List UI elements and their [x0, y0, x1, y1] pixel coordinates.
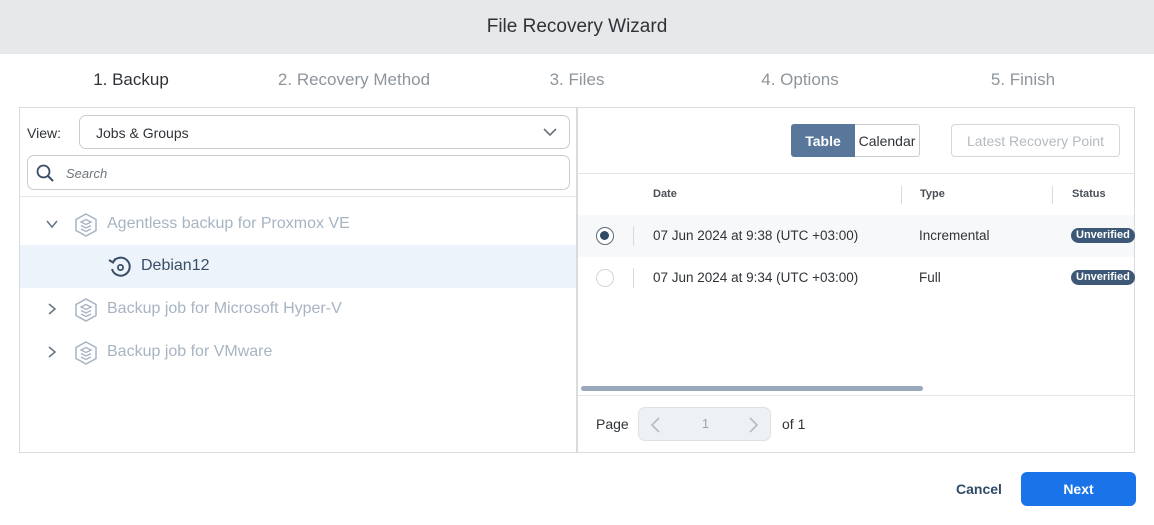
view-toggle: Table Calendar — [791, 124, 920, 157]
page-count: of 1 — [782, 416, 806, 432]
latest-recovery-point-button[interactable]: Latest Recovery Point — [951, 124, 1120, 157]
tree-item-vmware-job[interactable]: Backup job for VMware — [20, 331, 576, 374]
row-divider — [633, 268, 634, 288]
backup-tree-panel: View: Jobs & Groups Agentless backup for… — [19, 107, 577, 453]
tree-item-label: Debian12 — [141, 257, 210, 274]
divider — [578, 395, 1134, 396]
job-stack-icon — [75, 298, 97, 322]
column-header-status[interactable]: Status — [1072, 188, 1106, 200]
status-badge: Unverified — [1071, 228, 1135, 243]
chevron-right-icon[interactable] — [45, 345, 59, 359]
chevron-down-icon[interactable] — [45, 217, 59, 231]
cancel-button[interactable]: Cancel — [940, 472, 1018, 506]
chevron-right-icon[interactable] — [746, 417, 760, 433]
step-recovery-method[interactable]: 2. Recovery Method — [278, 70, 430, 90]
next-button[interactable]: Next — [1021, 472, 1136, 506]
chevron-right-icon[interactable] — [45, 302, 59, 316]
tree-item-label: Backup job for VMware — [107, 343, 273, 360]
search-icon — [36, 164, 54, 182]
horizontal-scrollbar[interactable] — [581, 386, 923, 391]
pagination-control: 1 — [638, 407, 771, 441]
row-radio[interactable] — [596, 269, 614, 287]
tree-item-label: Backup job for Microsoft Hyper-V — [107, 300, 342, 317]
step-backup[interactable]: 1. Backup — [93, 70, 169, 90]
search-box — [27, 155, 570, 190]
chevron-down-icon — [543, 128, 557, 137]
table-row[interactable]: 07 Jun 2024 at 9:38 (UTC +03:00) Increme… — [578, 215, 1135, 257]
column-divider — [901, 186, 902, 204]
status-badge: Unverified — [1071, 270, 1135, 285]
step-files[interactable]: 3. Files — [550, 70, 605, 90]
table-row[interactable]: 07 Jun 2024 at 9:34 (UTC +03:00) Full Un… — [578, 257, 1135, 299]
view-select-value: Jobs & Groups — [96, 125, 189, 141]
tree-item-proxmox-job[interactable]: Agentless backup for Proxmox VE — [20, 203, 576, 246]
tree-item-debian12[interactable]: Debian12 — [20, 245, 576, 288]
recovery-points-panel: Table Calendar Latest Recovery Point Dat… — [577, 107, 1135, 453]
job-stack-icon — [75, 341, 97, 365]
column-header-date[interactable]: Date — [653, 188, 677, 200]
page-number[interactable]: 1 — [689, 416, 722, 431]
table-view-button[interactable]: Table — [791, 124, 855, 157]
view-select[interactable]: Jobs & Groups — [79, 115, 570, 149]
job-stack-icon — [75, 213, 97, 237]
row-date: 07 Jun 2024 at 9:34 (UTC +03:00) — [653, 270, 859, 285]
search-input[interactable] — [66, 162, 556, 184]
title-bar: File Recovery Wizard — [0, 0, 1154, 54]
column-header-type[interactable]: Type — [920, 188, 945, 200]
wizard-steps: 1. Backup 2. Recovery Method 3. Files 4.… — [0, 70, 1154, 94]
column-divider — [1052, 186, 1053, 204]
view-label: View: — [27, 125, 61, 141]
step-options[interactable]: 4. Options — [761, 70, 839, 90]
row-radio[interactable] — [596, 227, 614, 245]
row-divider — [633, 226, 634, 246]
row-date: 07 Jun 2024 at 9:38 (UTC +03:00) — [653, 228, 859, 243]
divider — [578, 173, 1134, 174]
tree-item-hyperv-job[interactable]: Backup job for Microsoft Hyper-V — [20, 288, 576, 331]
page-label: Page — [596, 416, 629, 432]
calendar-view-button[interactable]: Calendar — [855, 124, 920, 157]
tree-item-label: Agentless backup for Proxmox VE — [107, 215, 350, 232]
row-type: Full — [919, 270, 941, 285]
vm-restore-icon — [108, 256, 131, 277]
divider — [20, 196, 576, 197]
chevron-left-icon[interactable] — [649, 417, 663, 433]
wizard-title: File Recovery Wizard — [486, 16, 668, 37]
step-finish[interactable]: 5. Finish — [991, 70, 1055, 90]
row-type: Incremental — [919, 228, 990, 243]
